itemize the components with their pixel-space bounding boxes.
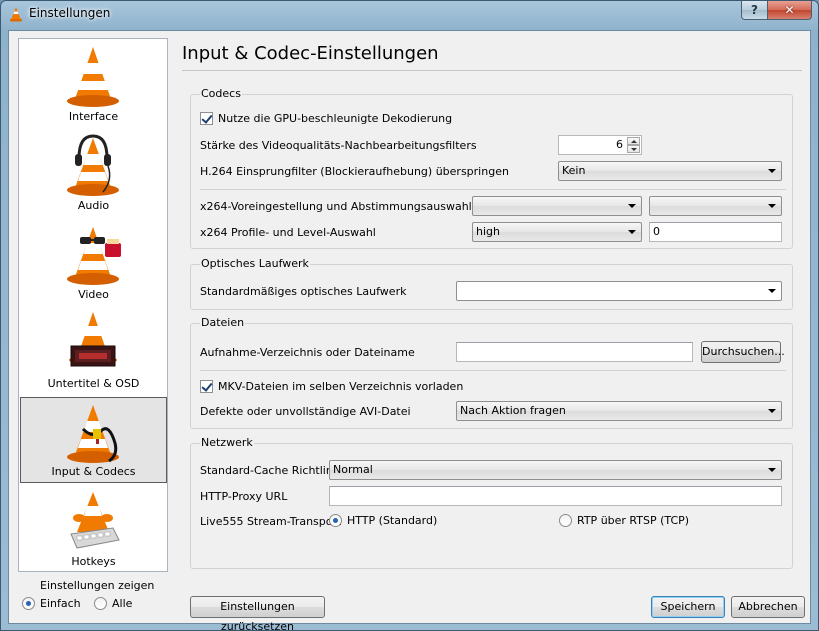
x264-profile-dropdown[interactable]: high	[472, 222, 642, 242]
cache-policy-dropdown[interactable]: Normal	[329, 460, 782, 480]
codecs-group: Codecs Nutze die GPU-beschleunigte Dekod…	[190, 87, 793, 249]
help-button[interactable]: ?	[741, 1, 768, 20]
show-settings-group: Einstellungen zeigen Einfach Alle	[18, 579, 168, 619]
spin-up-icon[interactable]	[627, 137, 640, 145]
gpu-decoding-checkbox[interactable]: Nutze die GPU-beschleunigte Dekodierung	[200, 112, 452, 125]
dropdown-value: Normal	[333, 463, 373, 476]
category-subtitles-osd[interactable]: Untertitel & OSD	[20, 308, 167, 394]
checkbox-label: MKV-Dateien im selben Verzeichnis vorlad…	[218, 380, 464, 393]
save-button[interactable]: Speichern	[651, 596, 725, 618]
category-label: Interface	[68, 110, 119, 123]
chevron-down-icon	[768, 204, 776, 208]
dialog-client: Interface Audio Video Untertitel & OSD I…	[8, 30, 811, 630]
divider	[200, 370, 786, 371]
chevron-down-icon	[628, 230, 636, 234]
optical-drive-group: Optisches Laufwerk Standardmäßiges optis…	[190, 257, 793, 310]
x264-tune-dropdown[interactable]	[649, 196, 782, 216]
x264-preset-dropdown[interactable]	[472, 196, 642, 216]
spinbox-value: 6	[616, 138, 623, 151]
checkbox-label: Nutze die GPU-beschleunigte Dekodierung	[218, 112, 453, 125]
vlc-app-icon	[10, 7, 22, 22]
page-title: Input & Codec-Einstellungen	[182, 43, 439, 64]
optical-drive-dropdown[interactable]	[456, 281, 782, 301]
x264-profile-label: x264 Profile- und Level-Auswahl	[200, 226, 376, 239]
browse-button[interactable]: Durchsuchen...	[701, 341, 785, 363]
radio-button[interactable]	[22, 597, 35, 610]
cancel-button[interactable]: Abbrechen	[731, 596, 805, 618]
chevron-down-icon	[768, 289, 776, 293]
window-title: Einstellungen	[29, 6, 111, 20]
radio-button[interactable]	[329, 514, 342, 527]
category-input-codecs[interactable]: Input & Codecs	[20, 397, 167, 483]
mkv-preload-checkbox[interactable]: MKV-Dateien im selben Verzeichnis vorlad…	[200, 380, 463, 393]
radio-rtp-transport[interactable]: RTP über RTSP (TCP)	[559, 514, 689, 527]
optical-drive-label: Standardmäßiges optisches Laufwerk	[200, 285, 407, 298]
dropdown-value: high	[476, 225, 500, 238]
x264-preset-label: x264-Voreingestellung und Abstimmungsaus…	[200, 200, 472, 213]
avi-repair-dropdown[interactable]: Nach Aktion fragen	[456, 401, 782, 421]
vlc-cone-keyboard-icon	[70, 492, 120, 549]
vlc-cone-interface-icon	[67, 47, 119, 107]
category-hotkeys[interactable]: Hotkeys	[20, 486, 167, 572]
category-list[interactable]: Interface Audio Video Untertitel & OSD I…	[18, 38, 168, 572]
category-interface[interactable]: Interface	[20, 41, 167, 127]
group-title: Dateien	[200, 316, 246, 329]
files-group: Dateien Aufnahme-Verzeichnis oder Datein…	[190, 316, 793, 429]
divider	[200, 189, 786, 190]
radio-all[interactable]: Alle	[94, 597, 132, 610]
chevron-down-icon	[768, 468, 776, 472]
chevron-down-icon	[628, 204, 636, 208]
preferences-window: Einstellungen ? ✕ Interface Audio Video …	[0, 0, 819, 631]
live555-transport-label: Live555 Stream-Transport	[200, 515, 342, 528]
radio-simple-label: Einfach	[40, 597, 81, 610]
close-button[interactable]: ✕	[768, 1, 812, 20]
category-audio[interactable]: Audio	[20, 130, 167, 216]
radio-button[interactable]	[559, 514, 572, 527]
checkbox[interactable]	[200, 112, 213, 125]
dropdown-value: Kein	[562, 164, 586, 177]
spin-down-icon[interactable]	[627, 145, 640, 153]
pp-quality-spinbox[interactable]: 6	[558, 135, 642, 155]
chevron-down-icon	[768, 169, 776, 173]
category-label: Video	[78, 288, 109, 301]
radio-all-label: Alle	[112, 597, 133, 610]
group-title: Codecs	[200, 87, 242, 100]
category-label: Input & Codecs	[51, 465, 136, 478]
network-group: Netzwerk Standard-Cache Richtlinie Norma…	[190, 436, 793, 569]
vlc-cone-subtitle-icon	[69, 312, 117, 367]
show-settings-legend: Einstellungen zeigen	[40, 579, 155, 592]
vlc-cone-cable-icon	[67, 405, 119, 463]
title-divider	[182, 70, 802, 71]
radio-rtp-label: RTP über RTSP (TCP)	[577, 514, 690, 527]
cache-policy-label: Standard-Cache Richtlinie	[200, 464, 343, 477]
category-video[interactable]: Video	[20, 219, 167, 305]
dropdown-value: Nach Aktion fragen	[460, 404, 566, 417]
record-path-label: Aufnahme-Verzeichnis oder Dateiname	[200, 346, 415, 359]
radio-http-transport[interactable]: HTTP (Standard)	[329, 514, 437, 527]
category-label: Untertitel & OSD	[47, 377, 140, 390]
vlc-cone-glasses-icon	[67, 227, 121, 285]
category-label: Hotkeys	[71, 555, 116, 568]
h264-skip-label: H.264 Einsprungfilter (Blockieraufhebung…	[200, 165, 509, 178]
caption-buttons: ? ✕	[741, 1, 812, 21]
http-proxy-input[interactable]	[329, 486, 782, 506]
record-path-input[interactable]	[456, 342, 693, 362]
x264-level-input[interactable]: 0	[649, 222, 782, 242]
group-title: Netzwerk	[200, 436, 254, 449]
pp-quality-label: Stärke des Videoqualitäts-Nachbearbeitun…	[200, 139, 477, 152]
vlc-cone-headphones-icon	[67, 134, 119, 196]
avi-repair-label: Defekte oder unvollständige AVI-Datei	[200, 405, 411, 418]
radio-simple[interactable]: Einfach	[22, 597, 81, 610]
reset-preferences-button[interactable]: Einstellungen zurücksetzen	[190, 596, 325, 630]
http-proxy-label: HTTP-Proxy URL	[200, 490, 288, 503]
radio-http-label: HTTP (Standard)	[347, 514, 438, 527]
group-title: Optisches Laufwerk	[200, 257, 310, 270]
title-bar[interactable]: Einstellungen ? ✕	[1, 1, 818, 27]
chevron-down-icon	[768, 409, 776, 413]
radio-button[interactable]	[94, 597, 107, 610]
h264-skip-dropdown[interactable]: Kein	[558, 161, 782, 181]
checkbox[interactable]	[200, 380, 213, 393]
category-label: Audio	[77, 199, 110, 212]
